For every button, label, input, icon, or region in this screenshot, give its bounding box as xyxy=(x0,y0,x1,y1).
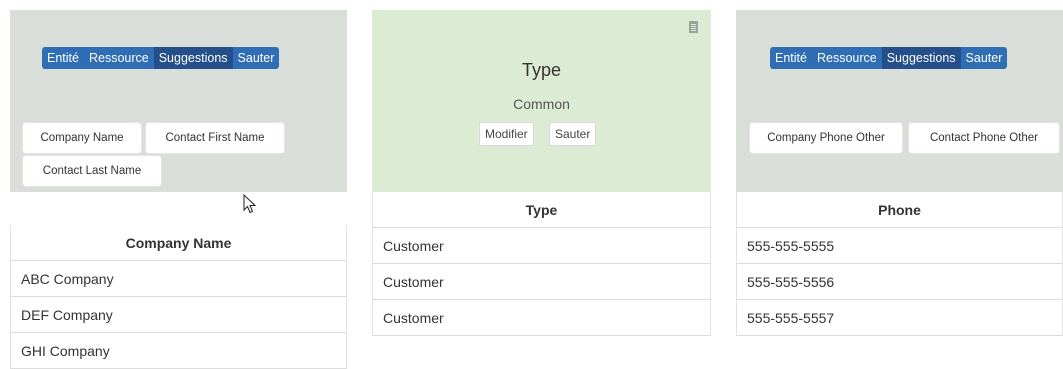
table-row: 555-555-5555 xyxy=(736,228,1063,264)
mapped-type-subtitle: Common xyxy=(513,96,570,112)
table-row: 555-555-5556 xyxy=(736,264,1063,300)
column-header: Type xyxy=(372,192,711,228)
suggestion-chip[interactable]: Contact First Name xyxy=(146,123,284,153)
mapped-type-title: Type xyxy=(521,60,562,80)
skip-button[interactable]: Sauter xyxy=(232,47,280,69)
entity-button[interactable]: Entité xyxy=(770,47,812,69)
mapping-panel: Entité Ressource Suggestions Sauter Comp… xyxy=(736,10,1063,192)
table-row: Customer xyxy=(372,264,711,300)
suggestion-chip[interactable]: Company Name xyxy=(23,123,141,153)
column-header: Phone xyxy=(736,192,1063,228)
skip-button[interactable]: Sauter xyxy=(960,47,1008,69)
selected-mapping-panel: Type Common Modifier Sauter xyxy=(372,10,711,192)
mapping-toolbar: Entité Ressource Suggestions Sauter xyxy=(42,47,280,69)
skip-button[interactable]: Sauter xyxy=(549,122,597,146)
document-icon[interactable] xyxy=(689,21,698,33)
mapping-panel: Entité Ressource Suggestions Sauter Comp… xyxy=(10,10,347,192)
table-row: 555-555-5557 xyxy=(736,300,1063,336)
mouse-pointer-icon xyxy=(243,194,257,214)
table-row: GHI Company xyxy=(10,333,347,369)
resource-button[interactable]: Ressource xyxy=(83,47,154,69)
suggestion-chip[interactable]: Contact Phone Other xyxy=(909,123,1059,153)
suggestion-chip[interactable]: Contact Last Name xyxy=(23,156,161,186)
table-row: Customer xyxy=(372,300,711,336)
entity-button[interactable]: Entité xyxy=(42,47,84,69)
table-row: DEF Company xyxy=(10,297,347,333)
suggestions-button[interactable]: Suggestions xyxy=(881,47,961,69)
suggestion-chip[interactable]: Company Phone Other xyxy=(750,123,902,153)
mapping-toolbar: Entité Ressource Suggestions Sauter xyxy=(770,47,1008,69)
resource-button[interactable]: Ressource xyxy=(811,47,882,69)
column-header: Company Name xyxy=(10,225,347,261)
modify-button[interactable]: Modifier xyxy=(479,122,534,146)
table-row: ABC Company xyxy=(10,261,347,297)
suggestions-button[interactable]: Suggestions xyxy=(153,47,233,69)
table-row: Customer xyxy=(372,228,711,264)
